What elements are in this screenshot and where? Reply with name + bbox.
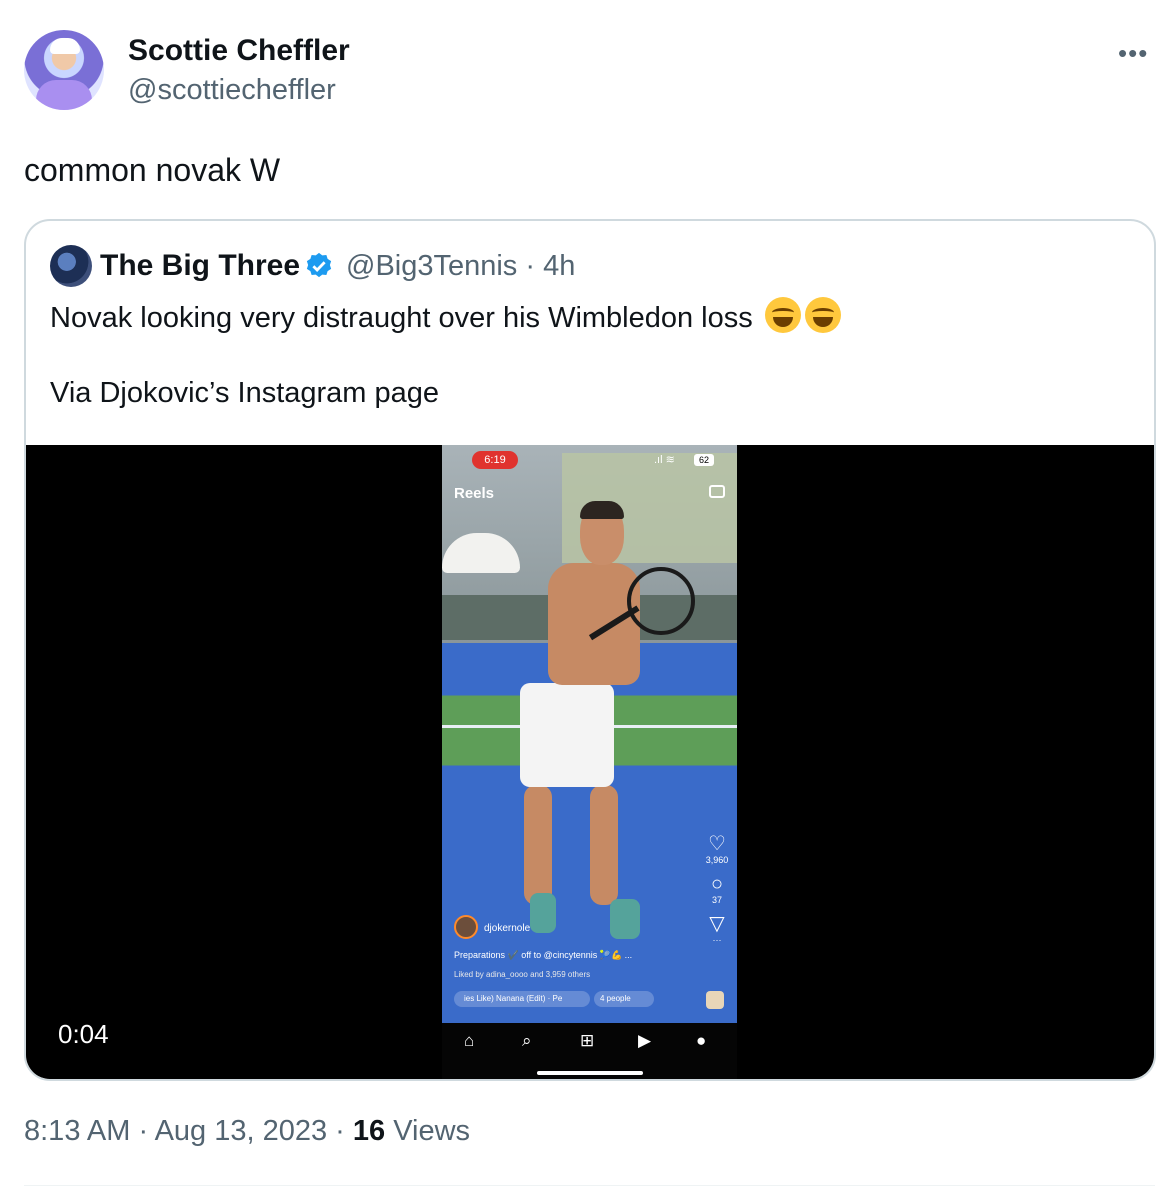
player-leg-right bbox=[590, 785, 618, 905]
divider bbox=[24, 1185, 1155, 1186]
reel-user-avatar bbox=[454, 915, 478, 939]
reels-icon: ▶ bbox=[638, 1031, 652, 1050]
reel-audio: ies Like) Nanana (Edit) · Pe bbox=[454, 991, 590, 1007]
video-player[interactable]: 6:19 .ıl ≋ 62 Reels ♡ 3,960 ○ 37 ▽ ··· d… bbox=[26, 445, 1154, 1079]
player-hair bbox=[580, 501, 624, 519]
tears-of-joy-emoji-icon bbox=[804, 297, 841, 333]
profile-icon: ● bbox=[696, 1031, 707, 1050]
player-shorts bbox=[520, 683, 614, 787]
tennis-racket bbox=[627, 567, 695, 635]
send-icon: ▽ bbox=[709, 913, 725, 935]
tears-of-joy-emoji-icon bbox=[764, 297, 801, 333]
author-avatar[interactable] bbox=[24, 30, 104, 110]
quoted-tweet-card[interactable]: The Big Three @Big3Tennis · 4h Novak loo… bbox=[24, 219, 1156, 1081]
quoted-author-avatar bbox=[50, 245, 92, 287]
comment-icon: ○ bbox=[710, 873, 724, 895]
quoted-text-line1-label: Novak looking very distraught over his W… bbox=[50, 302, 753, 334]
video-duration: 0:04 bbox=[58, 1019, 109, 1049]
battery-level: 62 bbox=[694, 454, 714, 466]
likes-count: 3,960 bbox=[705, 855, 729, 865]
tweet-meta: 8:13 AM · Aug 13, 2023 · 16 Views bbox=[24, 1115, 470, 1148]
search-icon: ⌕ bbox=[522, 1031, 532, 1050]
phone-status-time: 6:19 bbox=[472, 451, 518, 469]
quoted-author-name: The Big Three bbox=[100, 249, 301, 282]
avatar-cap bbox=[50, 38, 80, 54]
camera-icon bbox=[709, 485, 725, 498]
more-options-icon[interactable]: ••• bbox=[1118, 38, 1148, 69]
home-icon: ⌂ bbox=[464, 1031, 475, 1050]
player-shoe-left bbox=[530, 893, 556, 933]
reel-caption: Preparations ✔️ off to @cincytennis 🎾💪 .… bbox=[454, 950, 633, 960]
quoted-text-line2: Via Djokovic’s Instagram page bbox=[50, 377, 440, 409]
author-handle[interactable]: @scottiecheffler bbox=[128, 74, 336, 107]
tweet-text: common novak W bbox=[24, 152, 281, 188]
views-count: 16 bbox=[352, 1115, 386, 1147]
reels-header: Reels bbox=[454, 485, 495, 502]
video-frame-phone-screen: 6:19 .ıl ≋ 62 Reels ♡ 3,960 ○ 37 ▽ ··· d… bbox=[442, 445, 737, 1079]
views-label: Views bbox=[385, 1115, 471, 1147]
more-reel-icon: ··· bbox=[712, 935, 722, 945]
tweet-timestamp[interactable]: 8:13 AM · Aug 13, 2023 · bbox=[24, 1115, 353, 1147]
player-leg-left bbox=[524, 785, 552, 905]
author-name[interactable]: Scottie Cheffler bbox=[128, 34, 350, 68]
phone-bottom-nav: ⌂ ⌕ ⊞ ▶ ● bbox=[442, 1023, 737, 1079]
reel-username: djokernole bbox=[484, 923, 531, 934]
avatar-shirt bbox=[36, 80, 92, 110]
comments-count: 37 bbox=[711, 895, 722, 905]
create-icon: ⊞ bbox=[580, 1031, 595, 1050]
reel-people: 4 people bbox=[594, 991, 654, 1007]
signal-wifi-icon: .ıl ≋ bbox=[654, 454, 675, 466]
music-thumbnail-icon bbox=[706, 991, 724, 1009]
player-torso bbox=[548, 563, 640, 685]
quoted-handle-time: @Big3Tennis · 4h bbox=[346, 250, 576, 282]
verified-badge-icon bbox=[306, 252, 332, 278]
quoted-text-line1: Novak looking very distraught over his W… bbox=[50, 297, 841, 335]
reel-actions: ♡ 3,960 ○ 37 ▽ ··· bbox=[702, 833, 732, 953]
player-shoe-right bbox=[610, 899, 640, 939]
heart-icon: ♡ bbox=[708, 833, 726, 855]
home-indicator bbox=[537, 1071, 643, 1075]
reel-liked-by: Liked by adina_oooo and 3,959 others bbox=[454, 970, 591, 979]
